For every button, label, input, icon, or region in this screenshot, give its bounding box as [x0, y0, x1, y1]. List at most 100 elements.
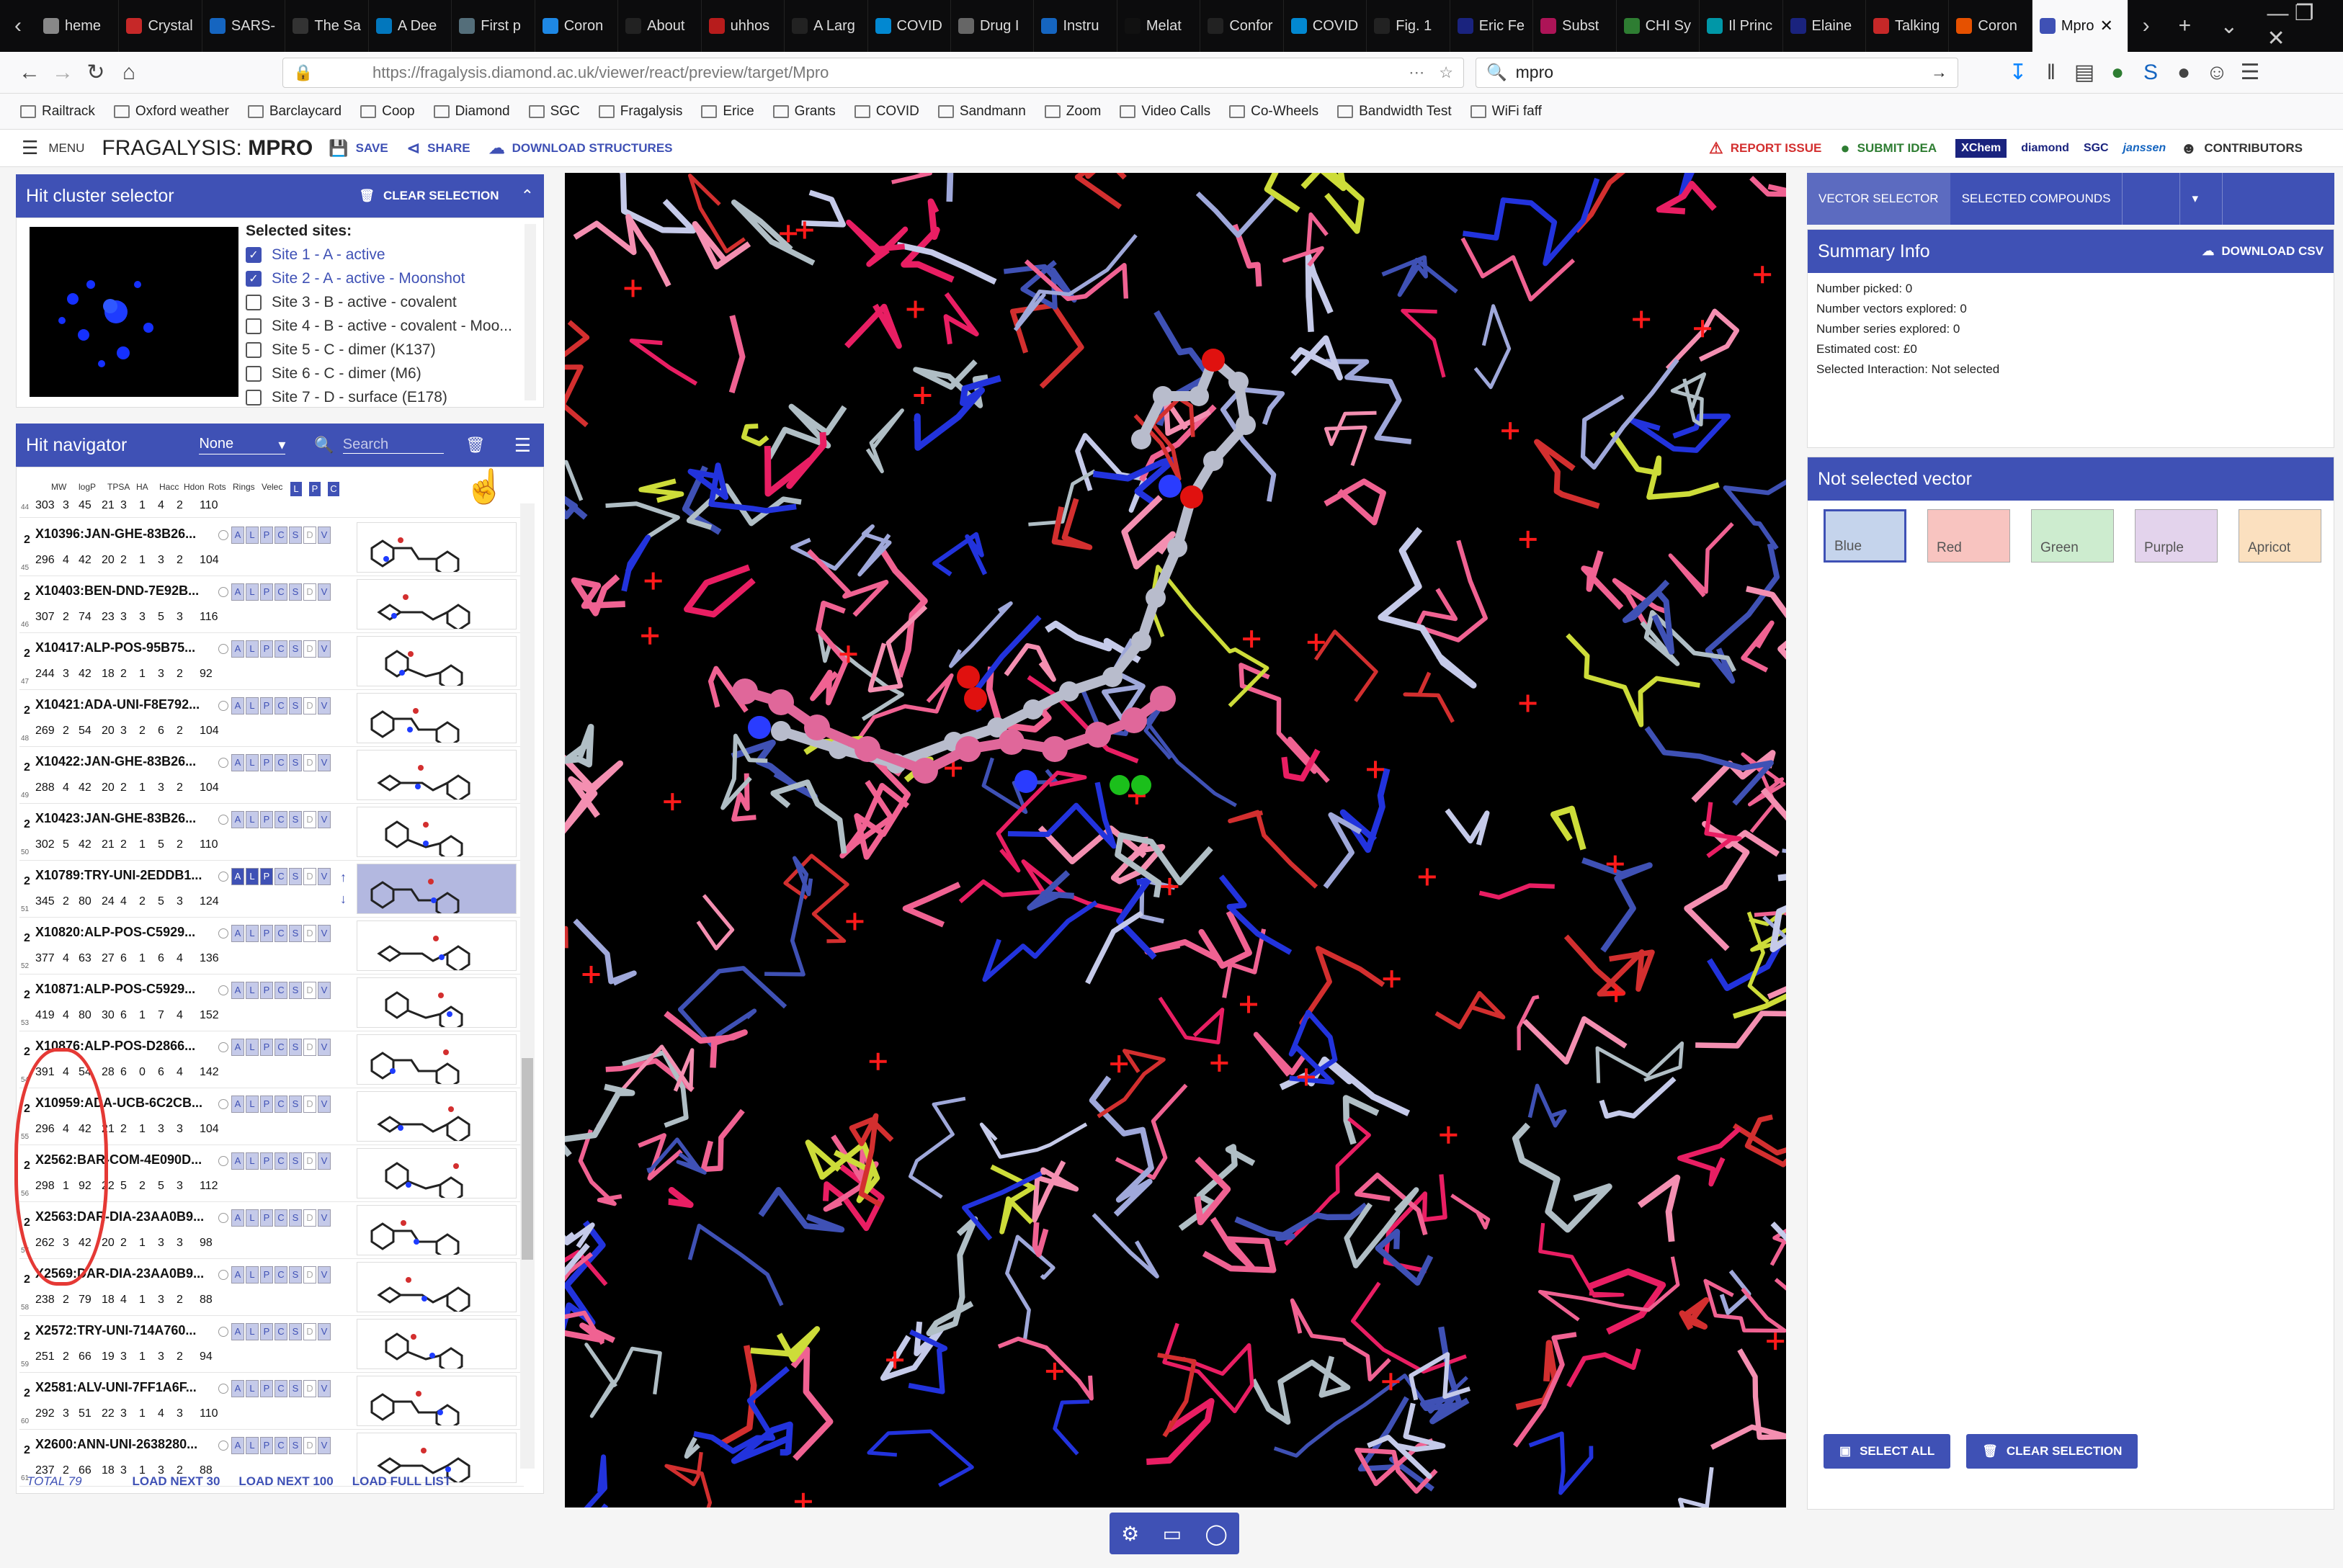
browser-tab[interactable]: Elaine: [1783, 0, 1866, 52]
hit-toggle-v[interactable]: V: [318, 1039, 331, 1056]
hit-toggle-a[interactable]: A: [231, 982, 244, 999]
hit-toggle-c[interactable]: C: [275, 640, 287, 658]
hit-toggle-p[interactable]: P: [260, 1437, 273, 1454]
load-full-list-button[interactable]: LOAD FULL LIST: [352, 1474, 452, 1489]
browser-tab[interactable]: CHI Sy: [1617, 0, 1700, 52]
cluster-preview-image[interactable]: [30, 227, 238, 397]
browser-search-input[interactable]: 🔍 mpro →: [1476, 57, 1958, 88]
hit-toggle-p[interactable]: P: [260, 982, 273, 999]
center-on-icon[interactable]: [218, 1270, 228, 1280]
hit-toggle-l[interactable]: L: [246, 868, 259, 885]
hit-toggle-l[interactable]: L: [246, 811, 259, 828]
bookmark-item[interactable]: Fragalysis: [598, 104, 682, 120]
hit-toggle-c[interactable]: C: [275, 1039, 287, 1056]
hit-row[interactable]: 2 X10871:ALP-POS-C5929... 419 4 80 30 6 1 7 4 152 5…: [19, 975, 524, 1034]
hit-toggle-c[interactable]: C: [275, 811, 287, 828]
hit-toggle-p[interactable]: P: [260, 527, 273, 544]
hit-toggle-a[interactable]: A: [231, 1380, 244, 1397]
hit-toggle-c[interactable]: C: [275, 754, 287, 771]
hit-toggle-l[interactable]: L: [246, 754, 259, 771]
hit-toggle-s[interactable]: S: [289, 640, 302, 658]
hit-toggle-l[interactable]: L: [246, 583, 259, 601]
save-button[interactable]: 💾 SAVE: [329, 139, 388, 158]
hit-toggle-l[interactable]: L: [246, 640, 259, 658]
hit-structure-image[interactable]: [357, 1205, 517, 1261]
vector-color-blue-button[interactable]: Blue: [1824, 509, 1906, 563]
tab-list-icon[interactable]: ⌄: [2205, 14, 2252, 39]
hit-toggle-c[interactable]: C: [275, 1096, 287, 1113]
contributors-button[interactable]: ☻ CONTRIBUTORS: [2180, 139, 2303, 158]
browser-tab[interactable]: The Sa: [285, 0, 369, 52]
vector-color-green-button[interactable]: Green: [2031, 509, 2114, 563]
hit-toggle-a[interactable]: A: [231, 583, 244, 601]
hit-toggle-d[interactable]: D: [303, 925, 316, 942]
hit-structure-image[interactable]: [357, 1091, 517, 1144]
hit-toggle-a[interactable]: A: [231, 1323, 244, 1340]
tab-close-icon[interactable]: ✕: [2099, 17, 2112, 35]
hit-toggle-d[interactable]: D: [303, 1437, 316, 1454]
center-on-icon[interactable]: [218, 985, 228, 995]
hit-toggle-p[interactable]: P: [260, 1096, 273, 1113]
site-option[interactable]: Site 7 - D - surface (E178): [246, 385, 534, 409]
hit-structure-image[interactable]: [357, 977, 517, 1034]
hit-toggle-c[interactable]: C: [275, 527, 287, 544]
filter-select[interactable]: None ▾: [199, 436, 286, 454]
hit-toggle-c[interactable]: C: [275, 1209, 287, 1227]
hit-row[interactable]: 2 X2569:DAR-DIA-23AA0B9... 238 2 79 18 4 1 3 2 88 5…: [19, 1259, 524, 1316]
hit-toggle-v[interactable]: V: [318, 1152, 331, 1170]
settings-gear-icon[interactable]: ⚙: [1121, 1522, 1139, 1546]
hit-toggle-v[interactable]: V: [318, 527, 331, 544]
download-structures-button[interactable]: ☁ DOWNLOAD STRUCTURES: [489, 139, 673, 158]
hit-toggle-d[interactable]: D: [303, 868, 316, 885]
hit-toggle-v[interactable]: V: [318, 982, 331, 999]
hit-row[interactable]: 2 X10403:BEN-DND-7E92B... 307 2 74 23 3 3 5 3 116 4…: [19, 576, 524, 633]
hit-structure-image[interactable]: [357, 1148, 517, 1204]
hit-toggle-l[interactable]: L: [246, 1096, 259, 1113]
hit-toggle-d[interactable]: D: [303, 640, 316, 658]
site-checkbox[interactable]: ✓: [246, 270, 262, 287]
extension-icon-2[interactable]: ●: [2167, 61, 2200, 85]
browser-tab[interactable]: Confor: [1200, 0, 1284, 52]
hit-toggle-v[interactable]: V: [318, 1380, 331, 1397]
hit-toggle-l[interactable]: L: [246, 1209, 259, 1227]
bookmark-item[interactable]: Diamond: [433, 104, 510, 120]
hit-row[interactable]: 2 X10423:JAN-GHE-83B26... 302 5 42 21 2 1 5 2 110 5…: [19, 804, 524, 863]
hit-toggle-l[interactable]: L: [246, 982, 259, 999]
hit-toggle-a[interactable]: A: [231, 754, 244, 771]
hit-toggle-a[interactable]: A: [231, 1266, 244, 1283]
hit-toggle-l[interactable]: L: [246, 1437, 259, 1454]
forward-icon[interactable]: →: [46, 61, 79, 85]
center-on-icon[interactable]: [218, 872, 228, 882]
hit-row[interactable]: 2 X10422:JAN-GHE-83B26... 288 4 42 20 2 1 3 2 104 4…: [19, 747, 524, 804]
hit-toggle-l[interactable]: L: [246, 1266, 259, 1283]
tab-scroll-left-icon[interactable]: ‹: [0, 14, 36, 38]
hit-structure-image[interactable]: [357, 920, 517, 973]
hit-toggle-a[interactable]: A: [231, 925, 244, 942]
hit-toggle-s[interactable]: S: [289, 811, 302, 828]
tab-selected-compounds[interactable]: SELECTED COMPOUNDS: [1950, 173, 2123, 225]
bookmark-item[interactable]: Coop: [360, 104, 415, 120]
window-controls[interactable]: — ❐ ✕: [2252, 1, 2343, 51]
center-on-icon[interactable]: [218, 1327, 228, 1337]
hit-toggle-s[interactable]: S: [289, 1039, 302, 1056]
bookmark-item[interactable]: Zoom: [1044, 104, 1101, 120]
hit-toggle-a[interactable]: A: [231, 868, 244, 885]
hit-toggle-d[interactable]: D: [303, 527, 316, 544]
menu-button[interactable]: ☰ MENU: [22, 137, 84, 159]
hit-row[interactable]: 2 X10396:JAN-GHE-83B26... 296 4 42 20 2 1 3 2 104 4…: [19, 519, 524, 578]
browser-tab[interactable]: About: [618, 0, 702, 52]
hit-toggle-s[interactable]: S: [289, 697, 302, 714]
hit-toggle-v[interactable]: V: [318, 868, 331, 885]
clear-selection-button-right[interactable]: 🗑 CLEAR SELECTION: [1966, 1434, 2138, 1469]
report-issue-button[interactable]: ⚠ REPORT ISSUE: [1709, 139, 1821, 158]
browser-tab[interactable]: SARS-: [202, 0, 286, 52]
site-option[interactable]: Site 5 - C - dimer (K137): [246, 338, 534, 362]
browser-tab[interactable]: Il Princ: [1700, 0, 1783, 52]
browser-tab[interactable]: A Larg: [785, 0, 868, 52]
site-checkbox[interactable]: [246, 294, 262, 310]
center-on-icon[interactable]: [218, 1384, 228, 1394]
browser-tab[interactable]: Coron: [1949, 0, 2032, 52]
site-option[interactable]: ✓ Site 2 - A - active - Moonshot: [246, 266, 534, 290]
tab-blank[interactable]: [2122, 173, 2179, 225]
back-icon[interactable]: ←: [13, 61, 46, 85]
